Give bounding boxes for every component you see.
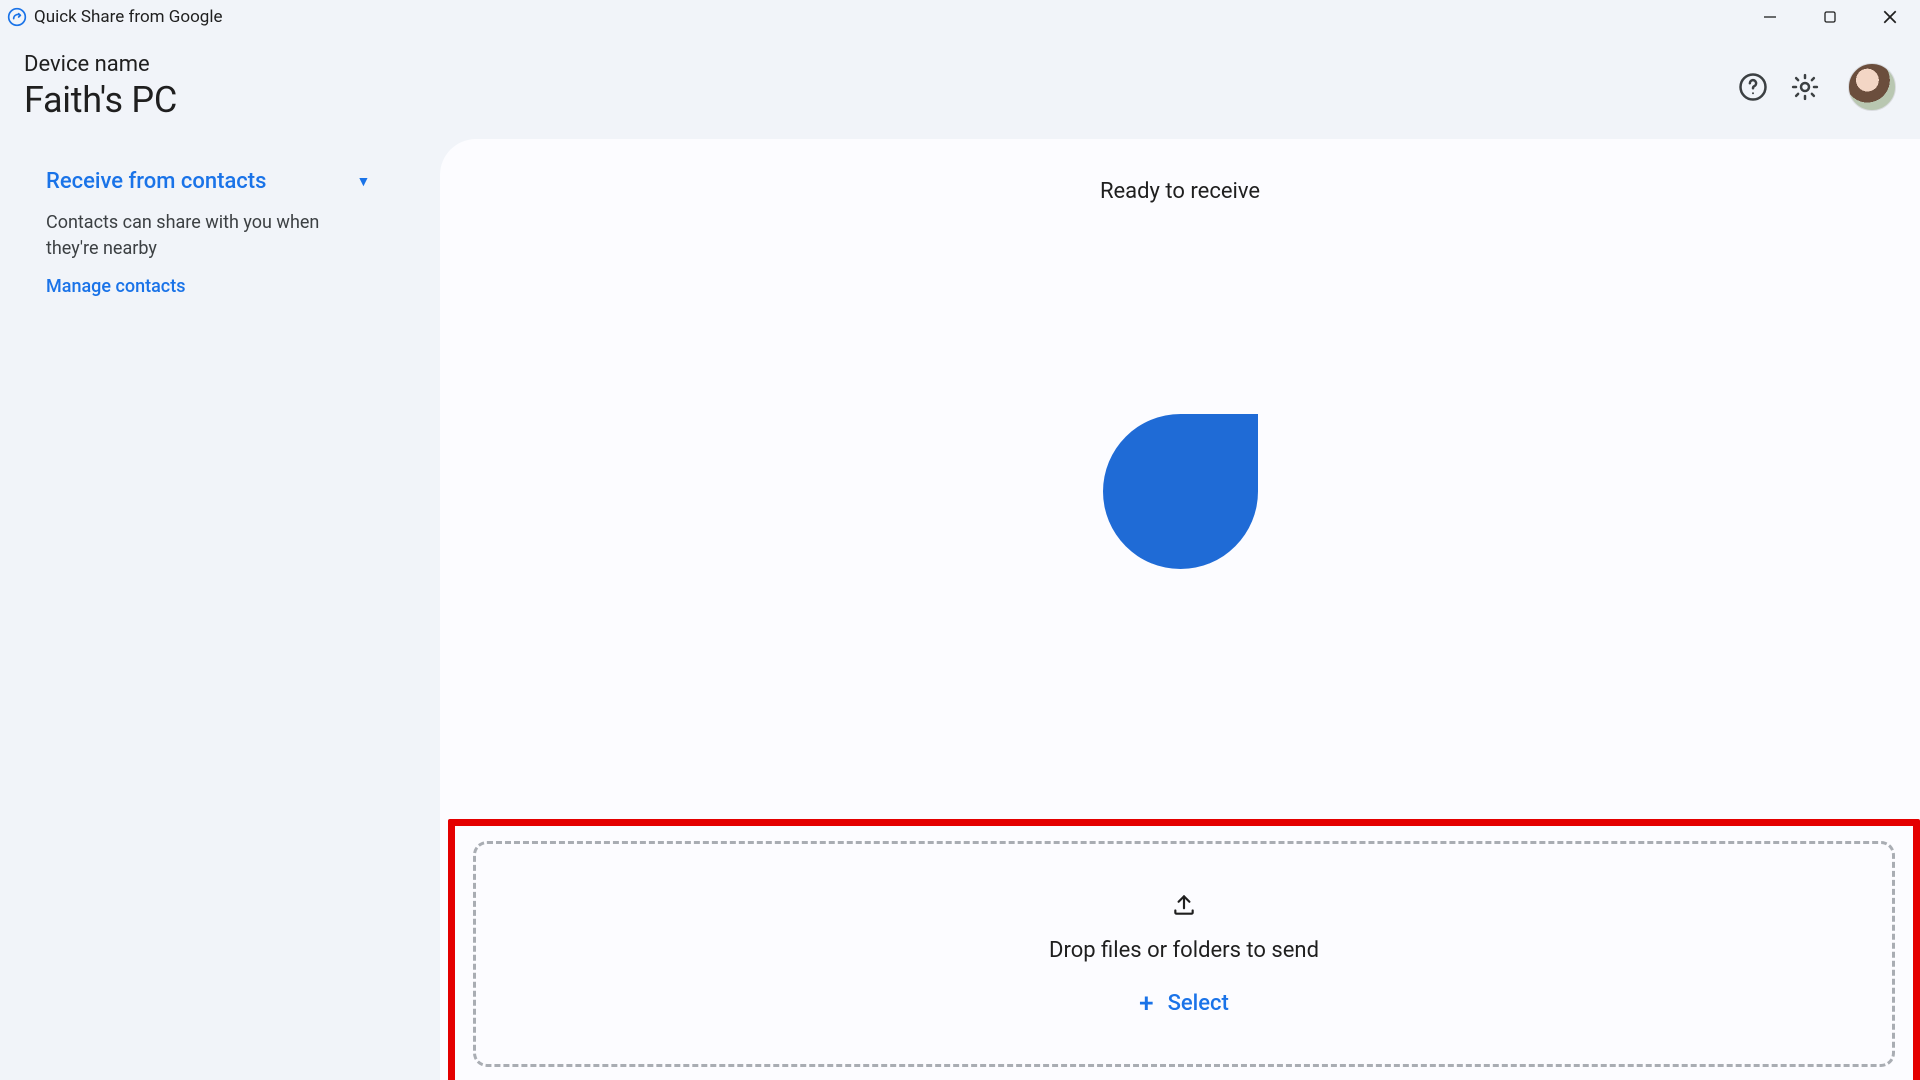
window-controls	[1740, 0, 1920, 34]
settings-button[interactable]	[1790, 72, 1820, 102]
upload-icon	[1171, 892, 1197, 922]
sidebar: Receive from contacts ▼ Contacts can sha…	[0, 139, 440, 1080]
body: Receive from contacts ▼ Contacts can sha…	[0, 139, 1920, 1080]
file-drop-zone[interactable]: Drop files or folders to send + Select	[473, 841, 1895, 1067]
status-graphic	[1103, 414, 1258, 569]
header-actions	[1738, 63, 1896, 111]
select-label: Select	[1168, 991, 1229, 1016]
app-title: Quick Share from Google	[34, 7, 222, 27]
main-panel: Ready to receive Drop files or folders t…	[440, 139, 1920, 1080]
quick-share-app-icon	[6, 6, 28, 28]
minimize-button[interactable]	[1740, 0, 1800, 34]
close-button[interactable]	[1860, 0, 1920, 34]
receive-mode-description: Contacts can share with you when they're…	[46, 210, 346, 262]
receive-mode-label: Receive from contacts	[46, 169, 266, 194]
header: Device name Faith's PC	[0, 34, 1920, 139]
dropdown-chevron-icon: ▼	[356, 173, 370, 190]
drop-zone-text: Drop files or folders to send	[1049, 938, 1319, 963]
manage-contacts-link[interactable]: Manage contacts	[46, 276, 394, 297]
status-text: Ready to receive	[1100, 179, 1260, 204]
select-files-button[interactable]: + Select	[1139, 991, 1229, 1017]
user-avatar[interactable]	[1848, 63, 1896, 111]
device-name-value: Faith's PC	[24, 79, 177, 121]
plus-icon: +	[1139, 991, 1153, 1017]
help-button[interactable]	[1738, 72, 1768, 102]
receive-mode-dropdown[interactable]: Receive from contacts ▼	[46, 169, 394, 194]
drop-area-highlight: Drop files or folders to send + Select	[448, 819, 1920, 1080]
device-block: Device name Faith's PC	[24, 52, 177, 121]
quick-share-blob-icon	[1103, 414, 1258, 569]
titlebar: Quick Share from Google	[0, 0, 1920, 34]
device-name-label: Device name	[24, 52, 177, 77]
maximize-button[interactable]	[1800, 0, 1860, 34]
